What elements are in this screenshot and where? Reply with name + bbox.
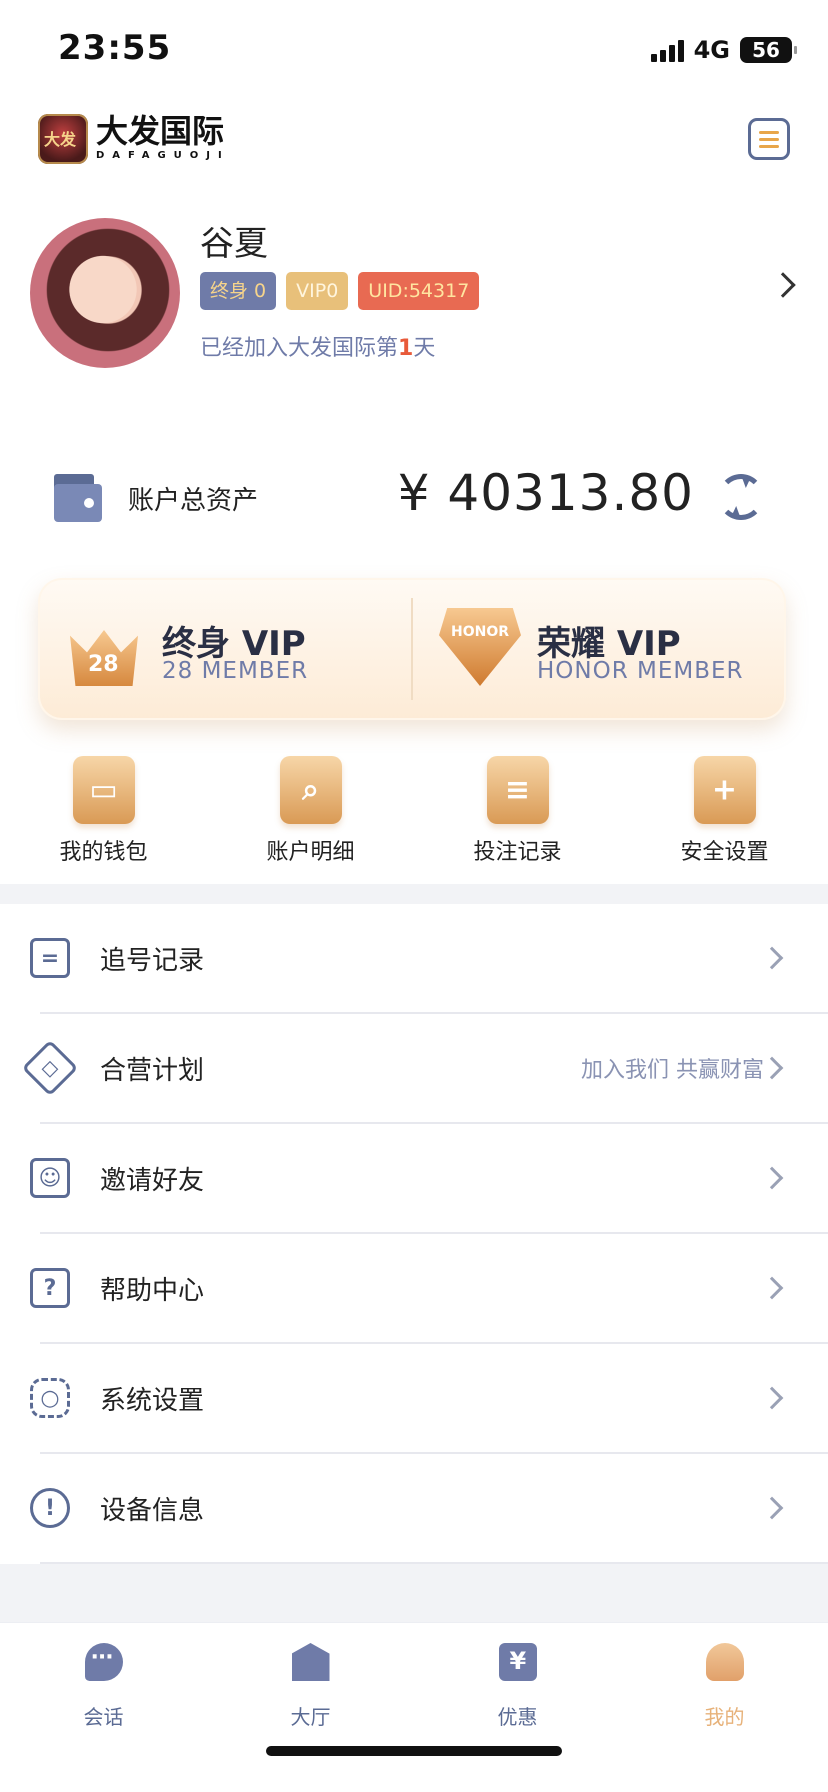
vip-badge: VIP0 xyxy=(286,272,349,310)
invite-icon: ☺ xyxy=(30,1158,70,1198)
profile-card[interactable]: 谷夏 终身 0 VIP0 UID:54317 已经加入大发国际第1天 xyxy=(30,216,798,368)
bottom-spacer xyxy=(0,1564,828,1622)
chevron-right-icon xyxy=(760,1276,784,1300)
record-icon: = xyxy=(30,938,70,978)
brand-name: 大发国际 xyxy=(96,112,225,150)
info-icon: ! xyxy=(30,1488,70,1528)
menu-button[interactable] xyxy=(748,118,790,160)
quick-account-details[interactable]: ⌕ 账户明细 xyxy=(207,756,414,866)
quick-wallet[interactable]: ▭ 我的钱包 xyxy=(0,756,207,866)
gear-icon: ○ xyxy=(30,1378,70,1418)
quick-actions: ▭ 我的钱包 ⌕ 账户明细 ≡ 投注记录 + 安全设置 xyxy=(0,756,828,866)
section-divider xyxy=(0,884,828,904)
home-indicator[interactable] xyxy=(266,1746,562,1756)
quick-label: 投注记录 xyxy=(473,840,562,865)
tab-promotions[interactable]: 优惠 xyxy=(414,1623,621,1792)
chat-icon xyxy=(84,1643,123,1681)
menu-item-hint: 加入我们 共赢财富 xyxy=(581,1058,764,1083)
user-icon xyxy=(705,1643,744,1681)
crown-icon: 28 xyxy=(66,608,142,688)
chevron-right-icon xyxy=(760,1056,784,1080)
shield-icon: + xyxy=(693,756,756,824)
menu-item-help[interactable]: ? 帮助中心 xyxy=(0,1234,828,1344)
tab-lobby[interactable]: 大厅 xyxy=(207,1623,414,1792)
status-time: 23:55 xyxy=(58,28,172,68)
coupon-icon xyxy=(498,1643,537,1681)
chevron-right-icon xyxy=(760,946,784,970)
quick-label: 安全设置 xyxy=(680,840,769,865)
menu-item-invite[interactable]: ☺ 邀请好友 xyxy=(0,1124,828,1234)
menu-item-label: 合营计划 xyxy=(100,1056,205,1086)
honor-vip[interactable]: HONOR 荣耀 VIP HONOR MEMBER xyxy=(413,578,786,720)
quick-security[interactable]: + 安全设置 xyxy=(621,756,828,866)
wallet-icon: ▭ xyxy=(72,756,135,824)
menu-item-label: 设备信息 xyxy=(100,1496,205,1526)
wallet-icon xyxy=(54,474,102,522)
lifetime-vip-subtitle: 28 MEMBER xyxy=(162,658,309,684)
assets-label: 账户总资产 xyxy=(128,486,259,516)
status-bar: 23:55 4G 56 xyxy=(0,0,828,100)
chevron-right-icon xyxy=(760,1166,784,1190)
join-days: 1 xyxy=(398,336,414,361)
join-prefix: 已经加入大发国际第 xyxy=(200,336,399,361)
badge-row: 终身 0 VIP0 UID:54317 xyxy=(200,272,480,310)
menu-item-label: 系统设置 xyxy=(100,1386,205,1416)
chevron-right-icon xyxy=(760,1496,784,1520)
vip-card: 28 终身 VIP 28 MEMBER HONOR 荣耀 VIP HONOR M… xyxy=(38,578,786,720)
bank-icon xyxy=(291,1643,330,1681)
lifetime-vip[interactable]: 28 终身 VIP 28 MEMBER xyxy=(38,578,411,720)
username: 谷夏 xyxy=(200,224,268,264)
tab-label: 我的 xyxy=(704,1705,745,1729)
menu-item-chase-records[interactable]: = 追号记录 xyxy=(0,904,828,1014)
handshake-icon: ◇ xyxy=(21,1039,79,1097)
brand-subtitle: DAFAGUOJI xyxy=(96,150,230,161)
tab-chat[interactable]: 会话 xyxy=(0,1623,207,1792)
assets-amount: ¥ 40313.80 xyxy=(397,464,694,522)
app-logo xyxy=(38,114,88,164)
help-icon: ? xyxy=(30,1268,70,1308)
honor-icon-text: HONOR xyxy=(451,624,510,640)
tab-label: 优惠 xyxy=(497,1705,538,1729)
status-indicators: 4G 56 xyxy=(650,36,797,64)
uid-badge: UID:54317 xyxy=(358,272,480,310)
join-info: 已经加入大发国际第1天 xyxy=(200,330,435,362)
menu-item-partnership[interactable]: ◇ 合营计划 加入我们 共赢财富 xyxy=(0,1014,828,1124)
menu-item-device-info[interactable]: ! 设备信息 xyxy=(0,1454,828,1564)
quick-label: 我的钱包 xyxy=(59,840,148,865)
honor-diamond-icon: HONOR xyxy=(439,608,521,686)
account-assets: 账户总资产 ¥ 40313.80 xyxy=(52,464,768,530)
crown-number: 28 xyxy=(88,652,119,677)
tab-bar: 会话 大厅 优惠 我的 xyxy=(0,1622,828,1792)
refresh-icon[interactable] xyxy=(718,474,764,520)
menu-item-label: 帮助中心 xyxy=(100,1276,205,1306)
quick-label: 账户明细 xyxy=(266,840,355,865)
tab-label: 会话 xyxy=(83,1705,124,1729)
tab-mine[interactable]: 我的 xyxy=(621,1623,828,1792)
list-icon: ≡ xyxy=(486,756,549,824)
chevron-right-icon xyxy=(760,1386,784,1410)
tab-label: 大厅 xyxy=(290,1705,331,1729)
quick-bet-records[interactable]: ≡ 投注记录 xyxy=(414,756,621,866)
menu-item-label: 追号记录 xyxy=(100,946,205,976)
settings-menu: = 追号记录 ◇ 合营计划 加入我们 共赢财富 ☺ 邀请好友 ? 帮助中心 ○ … xyxy=(0,904,828,1564)
avatar[interactable] xyxy=(30,218,180,368)
menu-item-system-settings[interactable]: ○ 系统设置 xyxy=(0,1344,828,1454)
menu-item-label: 邀请好友 xyxy=(100,1166,205,1196)
menu-icon xyxy=(759,130,779,134)
chevron-right-icon[interactable] xyxy=(770,272,796,298)
network-type: 4G xyxy=(693,36,730,64)
battery-icon: 56 xyxy=(740,37,797,63)
lifetime-badge: 终身 0 xyxy=(200,272,277,310)
join-suffix: 天 xyxy=(413,336,436,361)
search-icon: ⌕ xyxy=(279,756,342,824)
app-header: 大发国际 DAFAGUOJI xyxy=(38,112,790,172)
signal-icon xyxy=(650,38,684,62)
honor-vip-subtitle: HONOR MEMBER xyxy=(537,658,744,684)
brand: 大发国际 DAFAGUOJI xyxy=(96,112,230,161)
